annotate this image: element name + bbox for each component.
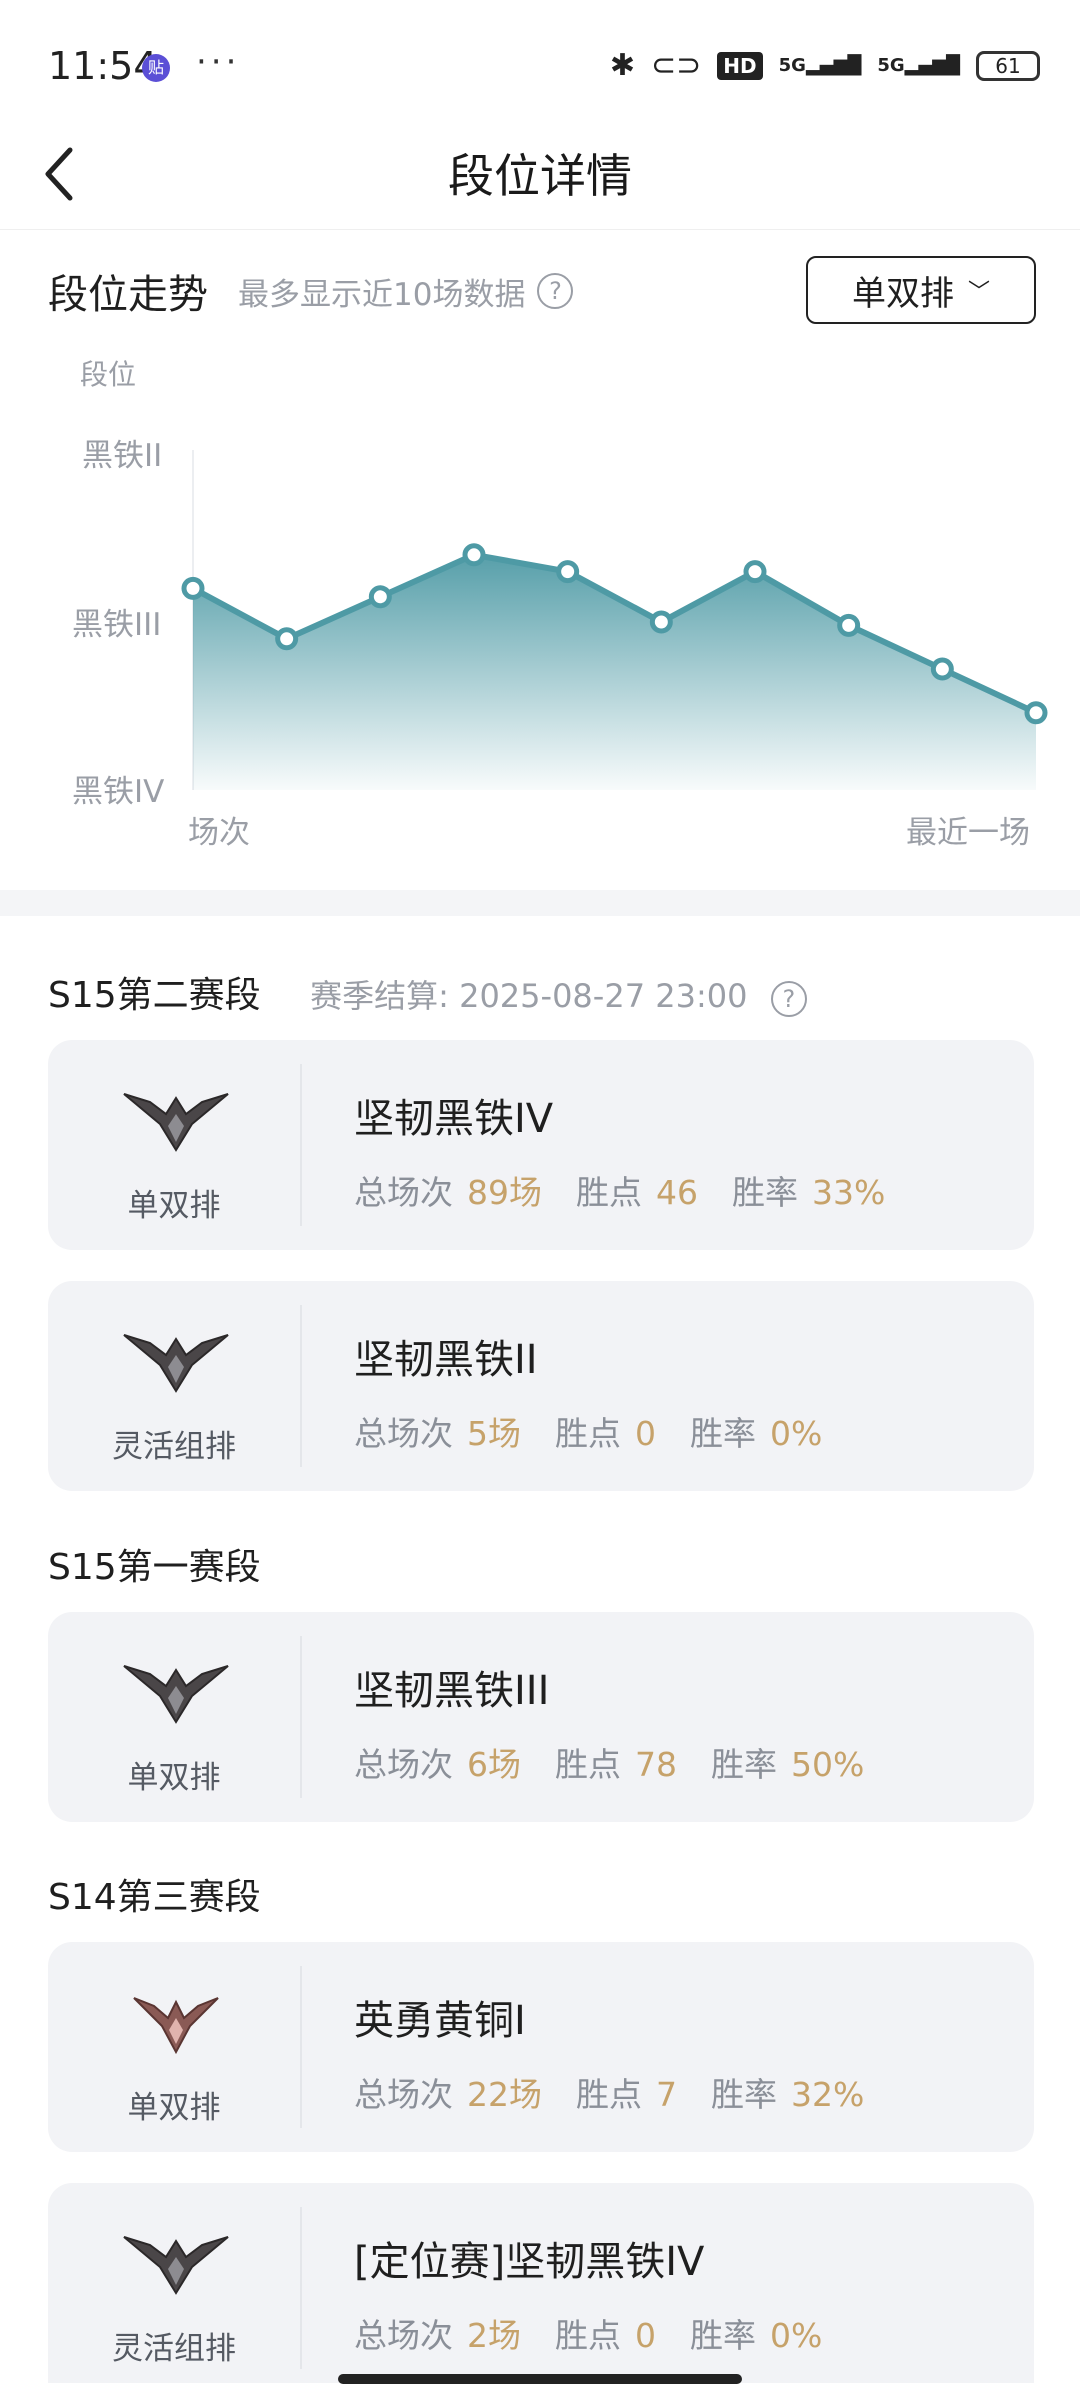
queue-type: 单双排 xyxy=(127,2090,221,2126)
lp-value: 78 xyxy=(635,1745,677,1784)
data-point xyxy=(462,543,486,567)
data-point xyxy=(649,610,673,634)
rank-name: 坚韧黑铁II xyxy=(354,1337,538,1383)
trend-subtitle: 最多显示近10场数据 xyxy=(238,276,526,313)
games-value: 2场 xyxy=(467,2316,521,2355)
rank-name: [定位赛]坚韧黑铁IV xyxy=(354,2239,705,2285)
chart-area xyxy=(193,554,1036,790)
season-title: S14第三赛段 xyxy=(48,1868,261,1920)
data-point xyxy=(368,585,392,609)
season-name: S15第一赛段 xyxy=(48,1547,261,1588)
data-point xyxy=(743,560,767,584)
bluetooth-icon: ✱ xyxy=(609,48,635,83)
season-settle-time: 赛季结算: 2025-08-27 23:00 xyxy=(310,977,748,1015)
queue-type: 灵活组排 xyxy=(112,2331,236,2367)
nav-bar: 段位详情 xyxy=(0,130,1080,230)
games-value: 5场 xyxy=(467,1414,521,1453)
queue-type: 单双排 xyxy=(127,1760,221,1796)
link-icon: ⊂⊃ xyxy=(651,48,702,83)
x-axis-label-start: 场次 xyxy=(188,815,250,851)
queue-type: 灵活组排 xyxy=(112,1429,236,1465)
season-name: S14第三赛段 xyxy=(48,1877,261,1918)
home-indicator[interactable] xyxy=(338,2374,742,2384)
rank-trend-chart: 段位 黑铁II 黑铁III 黑铁IV 场次 最近一场 xyxy=(72,358,1048,851)
data-point xyxy=(1024,701,1048,725)
rank-name: 英勇黄铜I xyxy=(354,1998,526,2044)
page-title: 段位详情 xyxy=(448,149,632,203)
rank-stats: 总场次 2场 胜点 0 胜率 0% xyxy=(354,2316,823,2355)
rank-card[interactable]: 单双排 英勇黄铜I 总场次 22场 胜点 7 胜率 32% xyxy=(48,1942,1034,2152)
queue-select-label: 单双排 xyxy=(851,273,954,314)
lp-value: 7 xyxy=(656,2075,677,2114)
chevron-down-icon: ﹀ xyxy=(967,280,990,305)
battery-icon: 61 xyxy=(976,50,1040,81)
queue-type: 单双排 xyxy=(127,1188,221,1224)
signal-icon-2: 5G▂▄▆█ xyxy=(877,55,960,76)
data-point xyxy=(837,613,861,637)
winrate-value: 0% xyxy=(770,1414,823,1453)
chart-y-axis-label: 段位 xyxy=(80,358,136,391)
y-tick-label: 黑铁IV xyxy=(72,774,164,810)
rank-card[interactable]: 灵活组排 [定位赛]坚韧黑铁IV 总场次 2场 胜点 0 胜率 0% xyxy=(48,2183,1034,2383)
x-axis-label-end: 最近一场 xyxy=(906,815,1030,851)
rank-stats: 总场次 5场 胜点 0 胜率 0% xyxy=(354,1414,823,1453)
games-value: 22场 xyxy=(467,2075,542,2114)
rank-stats: 总场次 6场 胜点 78 胜率 50% xyxy=(354,1745,865,1784)
iron-rank-emblem-icon xyxy=(123,2236,229,2295)
trend-title: 段位走势 xyxy=(48,272,208,318)
games-value: 89场 xyxy=(467,1173,542,1212)
rank-stats: 总场次 89场 胜点 46 胜率 33% xyxy=(354,1173,886,1212)
rank-stats: 总场次 22场 胜点 7 胜率 32% xyxy=(354,2075,865,2114)
winrate-value: 50% xyxy=(791,1745,865,1784)
section-divider xyxy=(0,890,1080,916)
system-icons: ✱ ⊂⊃ HD 5G▂▄▆█ 5G▂▄▆█ 61 xyxy=(610,48,1040,83)
season-name: S15第二赛段 xyxy=(48,975,261,1016)
signal-icon-1: 5G▂▄▆█ xyxy=(778,55,862,76)
status-bar: 11:54 贴 ··· ✱ ⊂⊃ HD 5G▂▄▆█ 5G▂▄▆█ 61 xyxy=(0,0,1080,130)
winrate-value: 33% xyxy=(812,1173,886,1212)
rank-card[interactable]: 单双排 坚韧黑铁III 总场次 6场 胜点 78 胜率 50% xyxy=(48,1612,1034,1822)
lp-value: 0 xyxy=(635,2316,656,2355)
hd-voice-icon: HD xyxy=(717,51,763,80)
data-point xyxy=(556,560,580,584)
games-value: 6场 xyxy=(467,1745,521,1784)
iron-rank-emblem-icon xyxy=(123,1093,229,1152)
winrate-value: 32% xyxy=(791,2075,865,2114)
help-icon[interactable]: ? xyxy=(537,273,574,309)
more-notifications-icon: ··· xyxy=(196,42,241,82)
iron-rank-emblem-icon xyxy=(123,1334,229,1393)
iron-rank-emblem-icon xyxy=(123,1665,229,1724)
help-icon[interactable]: ? xyxy=(770,981,807,1017)
rank-card[interactable]: 灵活组排 坚韧黑铁II 总场次 5场 胜点 0 胜率 0% xyxy=(48,1281,1034,1491)
rank-name: 坚韧黑铁III xyxy=(354,1668,550,1714)
season-title: S15第一赛段 xyxy=(48,1538,261,1590)
season-title: S15第二赛段 赛季结算: 2025-08-27 23:00 ? xyxy=(48,966,807,1018)
winrate-value: 0% xyxy=(770,2316,823,2355)
lp-value: 0 xyxy=(635,1414,656,1453)
lp-value: 46 xyxy=(656,1173,698,1212)
data-point xyxy=(930,657,954,681)
notification-badge: 贴 xyxy=(142,54,170,82)
rank-name: 坚韧黑铁IV xyxy=(354,1096,554,1142)
data-point xyxy=(275,627,299,651)
rank-card[interactable]: 单双排 坚韧黑铁IV 总场次 89场 胜点 46 胜率 33% xyxy=(48,1040,1034,1250)
y-tick-label: 黑铁III xyxy=(72,607,161,643)
trend-header: 段位走势 最多显示近10场数据 ? xyxy=(48,262,574,320)
queue-select-dropdown[interactable]: 单双排 ﹀ xyxy=(806,256,1036,324)
y-tick-label: 黑铁II xyxy=(82,438,162,474)
data-point xyxy=(181,576,205,600)
bronze-rank-emblem-icon xyxy=(133,1997,219,2055)
